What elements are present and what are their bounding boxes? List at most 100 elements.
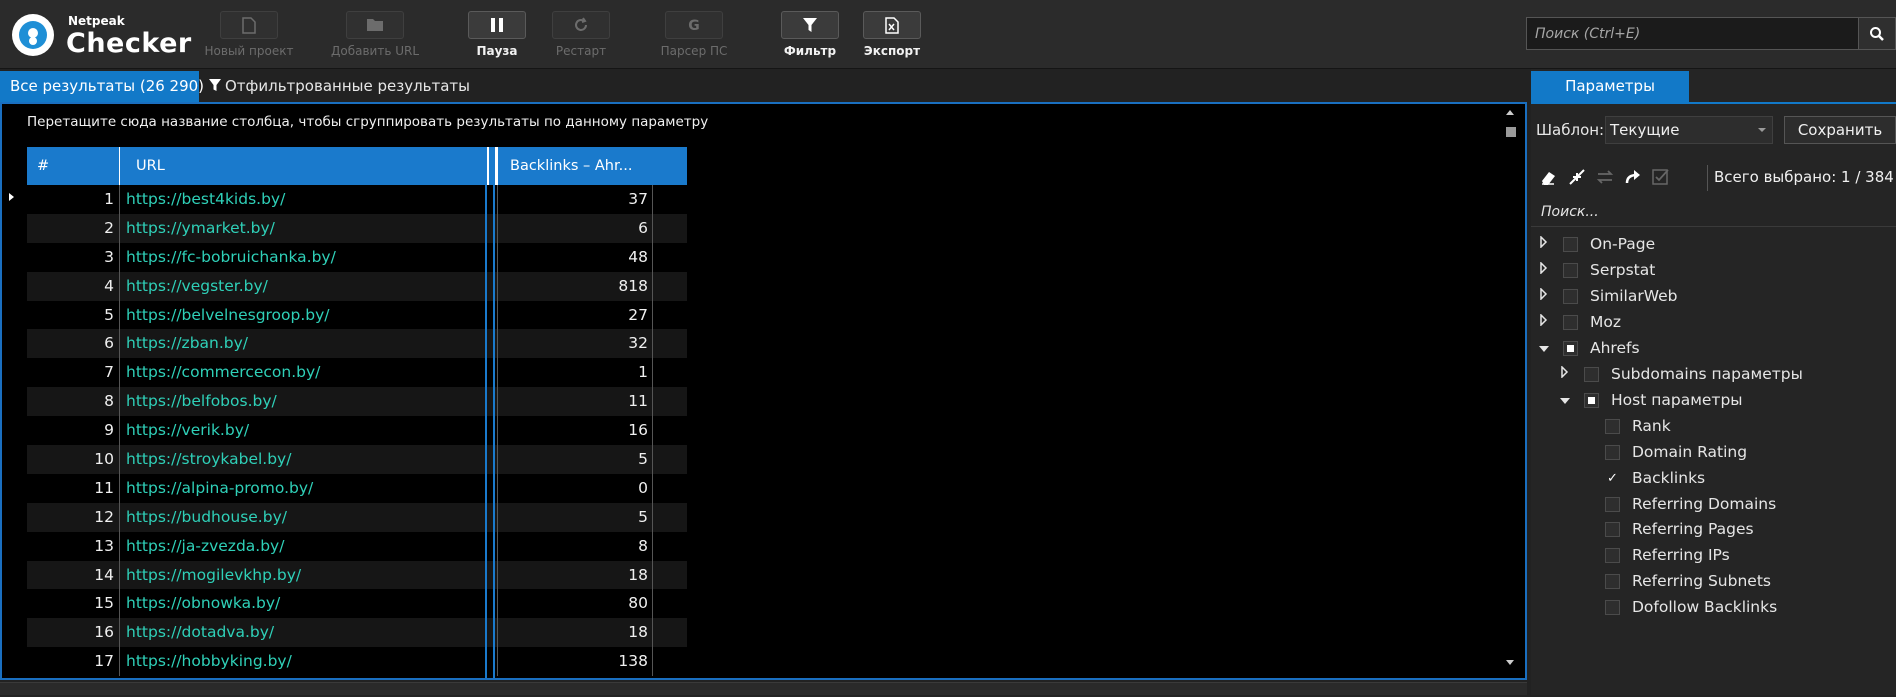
- collapsed-arrow-icon[interactable]: [1561, 365, 1569, 378]
- new-project-button[interactable]: Новый проект: [204, 11, 294, 58]
- scroll-down-arrow-icon[interactable]: [1506, 660, 1514, 665]
- column-header-backlinks[interactable]: Backlinks – Ahr...: [497, 147, 652, 185]
- url-link[interactable]: https://stroykabel.by/: [119, 445, 489, 474]
- search-button[interactable]: [1858, 17, 1896, 50]
- url-link[interactable]: https://vegster.by/: [119, 271, 489, 301]
- backlinks-value: 138: [497, 647, 652, 677]
- collapsed-arrow-icon[interactable]: [1540, 236, 1548, 248]
- table-row[interactable]: 14 https://mogilevkhp.by/18: [27, 560, 687, 590]
- table-row[interactable]: 1 https://best4kids.by/37: [27, 185, 687, 214]
- url-link[interactable]: https://belfobos.by/: [119, 387, 489, 417]
- tab-all-results[interactable]: Все результаты (26 290): [0, 71, 204, 102]
- table-row[interactable]: 2 https://ymarket.by/6: [27, 213, 687, 243]
- collapse-icon[interactable]: [1567, 167, 1587, 187]
- scroll-up-arrow-icon[interactable]: [1506, 110, 1514, 115]
- url-link[interactable]: https://dotadva.by/: [119, 618, 489, 648]
- table-row[interactable]: 8 https://belfobos.by/11: [27, 387, 687, 417]
- column-header-number[interactable]: #: [27, 147, 119, 185]
- tab-parameters[interactable]: Параметры: [1531, 71, 1689, 102]
- url-link[interactable]: https://belvelnesgroop.by/: [119, 300, 489, 330]
- tree-checkbox[interactable]: [1605, 418, 1620, 434]
- table-row[interactable]: 16 https://dotadva.by/18: [27, 618, 687, 648]
- expanded-arrow-icon[interactable]: [1560, 397, 1570, 404]
- tree-node-dofollow-backlinks[interactable]: Dofollow Backlinks: [1531, 592, 1896, 623]
- tree-checkbox[interactable]: [1584, 392, 1599, 408]
- new-project-label: Новый проект: [204, 44, 294, 58]
- tree-checkbox[interactable]: [1563, 237, 1578, 252]
- url-link[interactable]: https://mogilevkhp.by/: [119, 560, 489, 590]
- url-link[interactable]: https://fc-bobruichanka.by/: [119, 242, 489, 272]
- url-link[interactable]: https://zban.by/: [119, 329, 489, 359]
- tree-node-label: Ahrefs: [1590, 338, 1640, 357]
- toolbar-divider: [1707, 165, 1708, 191]
- url-link[interactable]: https://ja-zvezda.by/: [119, 531, 489, 561]
- template-select[interactable]: Текущие: [1605, 116, 1773, 144]
- tree-checkbox[interactable]: [1563, 314, 1578, 330]
- column-splitter-line[interactable]: [485, 183, 495, 678]
- tree-checkbox[interactable]: [1605, 600, 1620, 616]
- pause-button[interactable]: Пауза: [466, 11, 528, 58]
- folder-icon: [367, 19, 383, 31]
- table-row[interactable]: 13 https://ja-zvezda.by/8: [27, 531, 687, 561]
- table-row[interactable]: 11 https://alpina-promo.by/0: [27, 473, 687, 503]
- table-row[interactable]: 3 https://fc-bobruichanka.by/48: [27, 242, 687, 272]
- global-search-input[interactable]: [1527, 18, 1858, 49]
- redo-arrow-icon[interactable]: [1623, 167, 1643, 187]
- table-row[interactable]: 12 https://budhouse.by/5: [27, 502, 687, 532]
- url-link[interactable]: https://best4kids.by/: [119, 185, 489, 214]
- table-row[interactable]: 10 https://stroykabel.by/5: [27, 445, 687, 474]
- add-url-button[interactable]: Добавить URL: [327, 11, 423, 58]
- tree-checkbox[interactable]: [1563, 340, 1578, 356]
- table-row[interactable]: 9 https://verik.by/16: [27, 416, 687, 446]
- serp-parser-button[interactable]: G Парсер ПС: [654, 11, 734, 58]
- url-link[interactable]: https://budhouse.by/: [119, 502, 489, 532]
- row-number: 5: [104, 305, 114, 324]
- tab-filtered-results[interactable]: Отфильтрованные результаты: [199, 71, 470, 102]
- filter-button[interactable]: Фильтр: [778, 11, 842, 58]
- parameter-search-input[interactable]: [1539, 200, 1889, 224]
- tree-checkbox[interactable]: [1605, 574, 1620, 590]
- template-select-value: Текущие: [1610, 121, 1680, 139]
- table-row[interactable]: 7 https://commercecon.by/1: [27, 358, 687, 388]
- column-splitter[interactable]: [487, 147, 497, 185]
- backlinks-value: 1: [497, 358, 652, 388]
- tree-checkbox[interactable]: ✓: [1605, 471, 1620, 486]
- tree-checkbox[interactable]: [1563, 288, 1578, 304]
- url-link[interactable]: https://verik.by/: [119, 416, 489, 446]
- save-template-button[interactable]: Сохранить: [1784, 116, 1896, 144]
- tree-checkbox[interactable]: [1584, 366, 1599, 382]
- table-row[interactable]: 17 https://hobbyking.by/138: [27, 647, 687, 677]
- tree-checkbox[interactable]: [1605, 548, 1620, 564]
- check-all-icon[interactable]: [1651, 167, 1671, 187]
- table-row[interactable]: 6 https://zban.by/32: [27, 329, 687, 359]
- pause-label: Пауза: [476, 44, 518, 58]
- table-row[interactable]: 5 https://belvelnesgroop.by/27: [27, 300, 687, 330]
- url-link[interactable]: https://hobbyking.by/: [119, 647, 489, 677]
- collapsed-arrow-icon[interactable]: [1540, 287, 1548, 300]
- global-search: [1526, 17, 1859, 50]
- tree-checkbox[interactable]: [1605, 496, 1620, 512]
- group-by-hint[interactable]: Перетащите сюда название столбца, чтобы …: [27, 114, 708, 130]
- tree-checkbox[interactable]: [1605, 522, 1620, 538]
- swap-icon[interactable]: [1595, 167, 1615, 187]
- eraser-icon[interactable]: [1539, 167, 1559, 187]
- column-border: [652, 618, 653, 648]
- expanded-arrow-icon[interactable]: [1539, 345, 1549, 352]
- table-row[interactable]: 15 https://obnowka.by/80: [27, 589, 687, 619]
- url-link[interactable]: https://obnowka.by/: [119, 589, 489, 619]
- url-link[interactable]: https://alpina-promo.by/: [119, 473, 489, 503]
- vertical-scrollbar-thumb[interactable]: [1506, 127, 1516, 137]
- collapsed-arrow-icon[interactable]: [1540, 313, 1548, 326]
- url-link[interactable]: https://commercecon.by/: [119, 358, 489, 388]
- current-row-indicator: [9, 193, 14, 201]
- tree-node-label: Domain Rating: [1632, 442, 1748, 461]
- url-link[interactable]: https://ymarket.by/: [119, 213, 489, 243]
- export-button[interactable]: Экспорт: [859, 11, 925, 58]
- parameters-panel: Параметры Шаблон: Текущие Сохранить Всег…: [1531, 69, 1896, 695]
- collapsed-arrow-icon[interactable]: [1540, 261, 1548, 274]
- column-header-url[interactable]: URL: [119, 147, 489, 185]
- table-row[interactable]: 4 https://vegster.by/818: [27, 271, 687, 301]
- tree-checkbox[interactable]: [1563, 262, 1578, 278]
- restart-button[interactable]: Рестарт: [550, 11, 612, 58]
- tree-checkbox[interactable]: [1605, 444, 1620, 460]
